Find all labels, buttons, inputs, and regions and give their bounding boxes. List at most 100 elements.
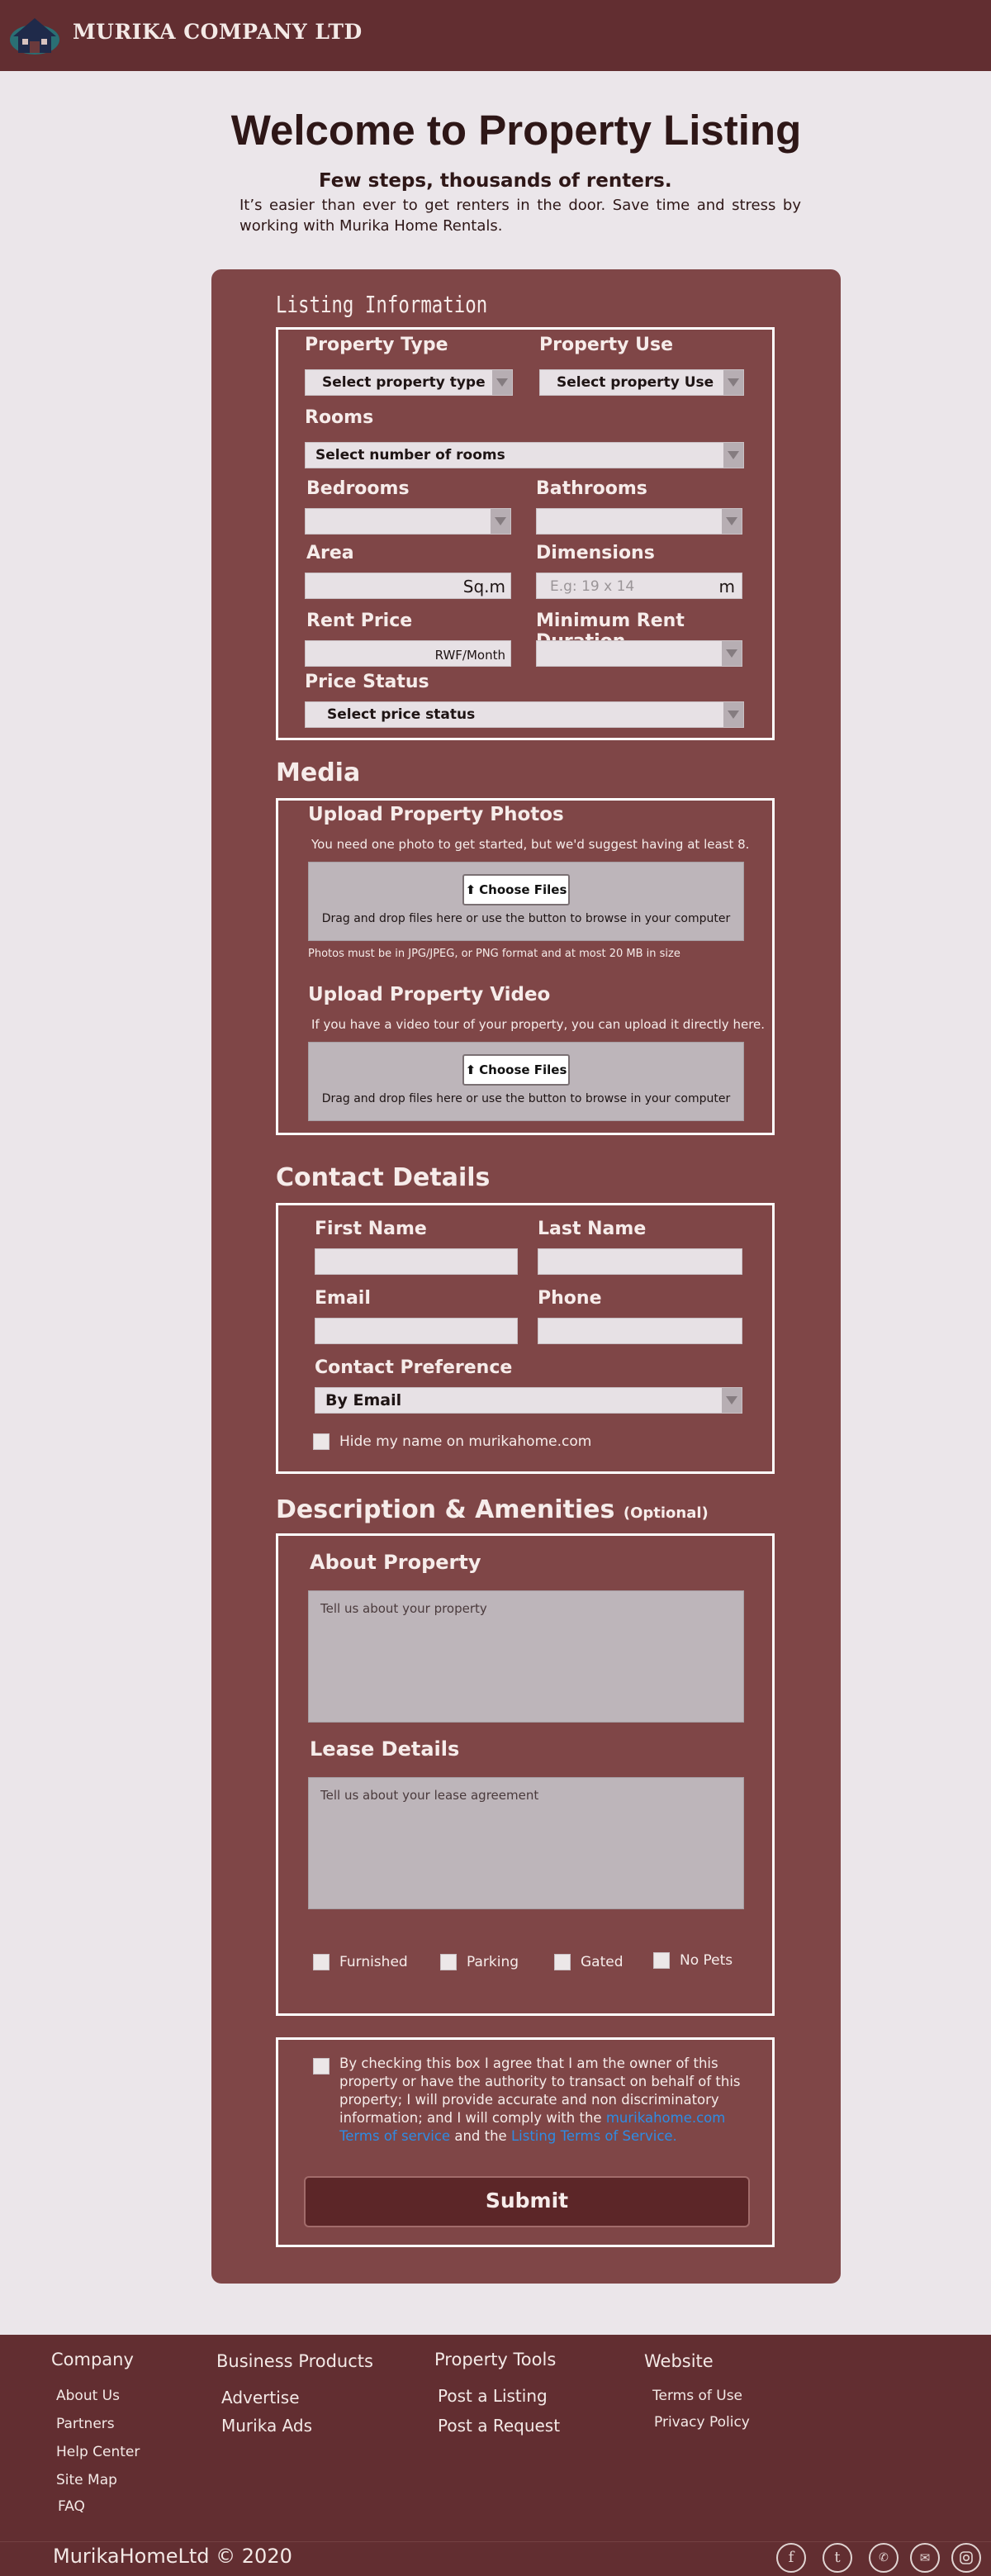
phone-label: Phone <box>538 1288 602 1309</box>
page-title: Welcome to Property Listing <box>230 107 802 154</box>
lease-details-title: Lease Details <box>310 1737 460 1761</box>
chevron-down-icon <box>722 509 742 534</box>
submit-button[interactable]: Submit <box>304 2176 750 2227</box>
property-type-select[interactable]: Select property type <box>305 369 513 396</box>
upload-icon: ⬆ <box>465 1062 477 1077</box>
page-description: It’s easier than ever to get renters in … <box>239 197 801 235</box>
phone-input[interactable] <box>538 1318 742 1344</box>
rent-price-unit: RWF/Month <box>434 648 505 663</box>
last-name-input[interactable] <box>538 1248 742 1275</box>
description-heading: Description & Amenities (Optional) <box>276 1495 709 1524</box>
upload-icon: ⬆ <box>465 882 477 897</box>
area-input[interactable]: Sq.m <box>305 573 511 599</box>
no-pets-checkbox[interactable] <box>653 1952 670 1969</box>
tumblr-icon[interactable]: t <box>823 2543 852 2573</box>
furnished-label: Furnished <box>339 1954 408 1970</box>
choose-video-button[interactable]: ⬆ Choose Files <box>462 1054 570 1086</box>
chevron-down-icon <box>722 1388 742 1413</box>
furnished-checkbox[interactable] <box>313 1954 330 1970</box>
chevron-down-icon <box>722 641 742 666</box>
footer-post-request-link[interactable]: Post a Request <box>438 2416 560 2436</box>
optional-tag: (Optional) <box>623 1504 709 1522</box>
copyright-text: MurikaHomeLtd © 2020 <box>53 2545 292 2568</box>
footer-business-heading: Business Products <box>216 2351 373 2371</box>
listing-info-heading: Listing Information <box>276 291 488 318</box>
photos-drop-text: Drag and drop files here or use the butt… <box>321 912 731 925</box>
contact-box: First Name Last Name Email Phone Contact… <box>276 1203 775 1474</box>
lease-details-textarea[interactable]: Tell us about your lease agreement <box>308 1777 744 1909</box>
rooms-select[interactable]: Select number of rooms <box>305 442 744 468</box>
bathrooms-select[interactable] <box>536 508 742 535</box>
footer-company-heading: Company <box>51 2350 134 2369</box>
footer-divider <box>0 2541 991 2542</box>
first-name-input[interactable] <box>315 1248 518 1275</box>
rooms-label: Rooms <box>305 407 374 428</box>
listing-terms-link[interactable]: Listing Terms of Service. <box>511 2128 677 2144</box>
footer-help-center-link[interactable]: Help Center <box>56 2444 140 2460</box>
area-unit: Sq.m <box>462 577 505 596</box>
bedrooms-label: Bedrooms <box>306 478 410 499</box>
house-logo-icon[interactable] <box>8 15 61 56</box>
upload-photos-title: Upload Property Photos <box>308 804 564 825</box>
brand-name[interactable]: MURIKA COMPANY LTD <box>73 20 363 44</box>
rent-price-input[interactable]: RWF/Month <box>305 640 511 667</box>
footer-faq-link[interactable]: FAQ <box>58 2498 85 2515</box>
rent-price-label: Rent Price <box>306 611 413 631</box>
gated-checkbox[interactable] <box>554 1954 571 1970</box>
footer-site-map-link[interactable]: Site Map <box>56 2472 117 2488</box>
dimensions-input[interactable]: E.g: 19 x 14 m <box>536 573 742 599</box>
contact-preference-label: Contact Preference <box>315 1357 513 1378</box>
property-use-select[interactable]: Select property Use <box>539 369 744 396</box>
video-dropzone[interactable]: ⬆ Choose Files Drag and drop files here o… <box>308 1042 744 1121</box>
footer-tools-heading: Property Tools <box>434 2350 557 2369</box>
footer-partners-link[interactable]: Partners <box>56 2416 115 2432</box>
footer-post-listing-link[interactable]: Post a Listing <box>438 2386 548 2406</box>
photos-dropzone[interactable]: ⬆ Choose Files Drag and drop files here o… <box>308 862 744 941</box>
price-status-select[interactable]: Select price status <box>305 701 744 728</box>
chevron-down-icon <box>492 370 512 395</box>
min-rent-duration-select[interactable] <box>536 640 742 667</box>
chevron-down-icon <box>491 509 510 534</box>
choose-photos-button[interactable]: ⬆ Choose Files <box>462 874 570 905</box>
upload-video-title: Upload Property Video <box>308 984 551 1005</box>
footer-advertise-link[interactable]: Advertise <box>221 2388 300 2407</box>
last-name-label: Last Name <box>538 1219 647 1239</box>
parking-label: Parking <box>467 1954 519 1970</box>
upload-photos-note: You need one photo to get started, but w… <box>311 837 750 852</box>
page-subtitle: Few steps, thousands of renters. <box>319 170 672 192</box>
footer-about-us-link[interactable]: About Us <box>56 2388 120 2404</box>
hide-name-label: Hide my name on murikahome.com <box>339 1433 592 1450</box>
whatsapp-icon[interactable]: ✆ <box>869 2543 899 2573</box>
footer-privacy-link[interactable]: Privacy Policy <box>654 2414 750 2431</box>
chevron-down-icon <box>723 443 743 468</box>
parking-checkbox[interactable] <box>440 1954 457 1970</box>
agreement-text: By checking this box I agree that I am t… <box>339 2056 741 2144</box>
chevron-down-icon <box>723 370 743 395</box>
area-label: Area <box>306 543 354 563</box>
top-header: MURIKA COMPANY LTD <box>0 0 991 71</box>
chevron-down-icon <box>723 702 743 727</box>
hide-name-checkbox[interactable] <box>313 1433 330 1450</box>
instagram-icon[interactable] <box>951 2543 981 2573</box>
property-use-label: Property Use <box>539 335 674 355</box>
bedrooms-select[interactable] <box>305 508 511 535</box>
footer: Company About Us Partners Help Center Si… <box>0 2335 991 2576</box>
contact-heading: Contact Details <box>276 1163 491 1192</box>
agreement-checkbox[interactable] <box>313 2058 330 2075</box>
price-status-label: Price Status <box>305 672 429 692</box>
no-pets-label: No Pets <box>680 1952 733 1969</box>
property-type-label: Property Type <box>305 335 448 355</box>
about-property-textarea[interactable]: Tell us about your property <box>308 1590 744 1723</box>
email-input[interactable] <box>315 1318 518 1344</box>
about-property-title: About Property <box>310 1551 481 1574</box>
media-heading: Media <box>276 758 361 787</box>
email-icon[interactable]: ✉ <box>910 2543 940 2573</box>
media-box: Upload Property Photos You need one phot… <box>276 798 775 1135</box>
contact-preference-select[interactable]: By Email <box>315 1387 742 1414</box>
photos-format-note: Photos must be in JPG/JPEG, or PNG forma… <box>308 948 680 960</box>
footer-terms-link[interactable]: Terms of Use <box>652 2388 742 2404</box>
facebook-icon[interactable]: f <box>776 2543 806 2573</box>
footer-murika-ads-link[interactable]: Murika Ads <box>221 2416 312 2436</box>
listing-form-card: Listing Information Property Type Select… <box>211 269 841 2284</box>
gated-label: Gated <box>581 1954 624 1970</box>
